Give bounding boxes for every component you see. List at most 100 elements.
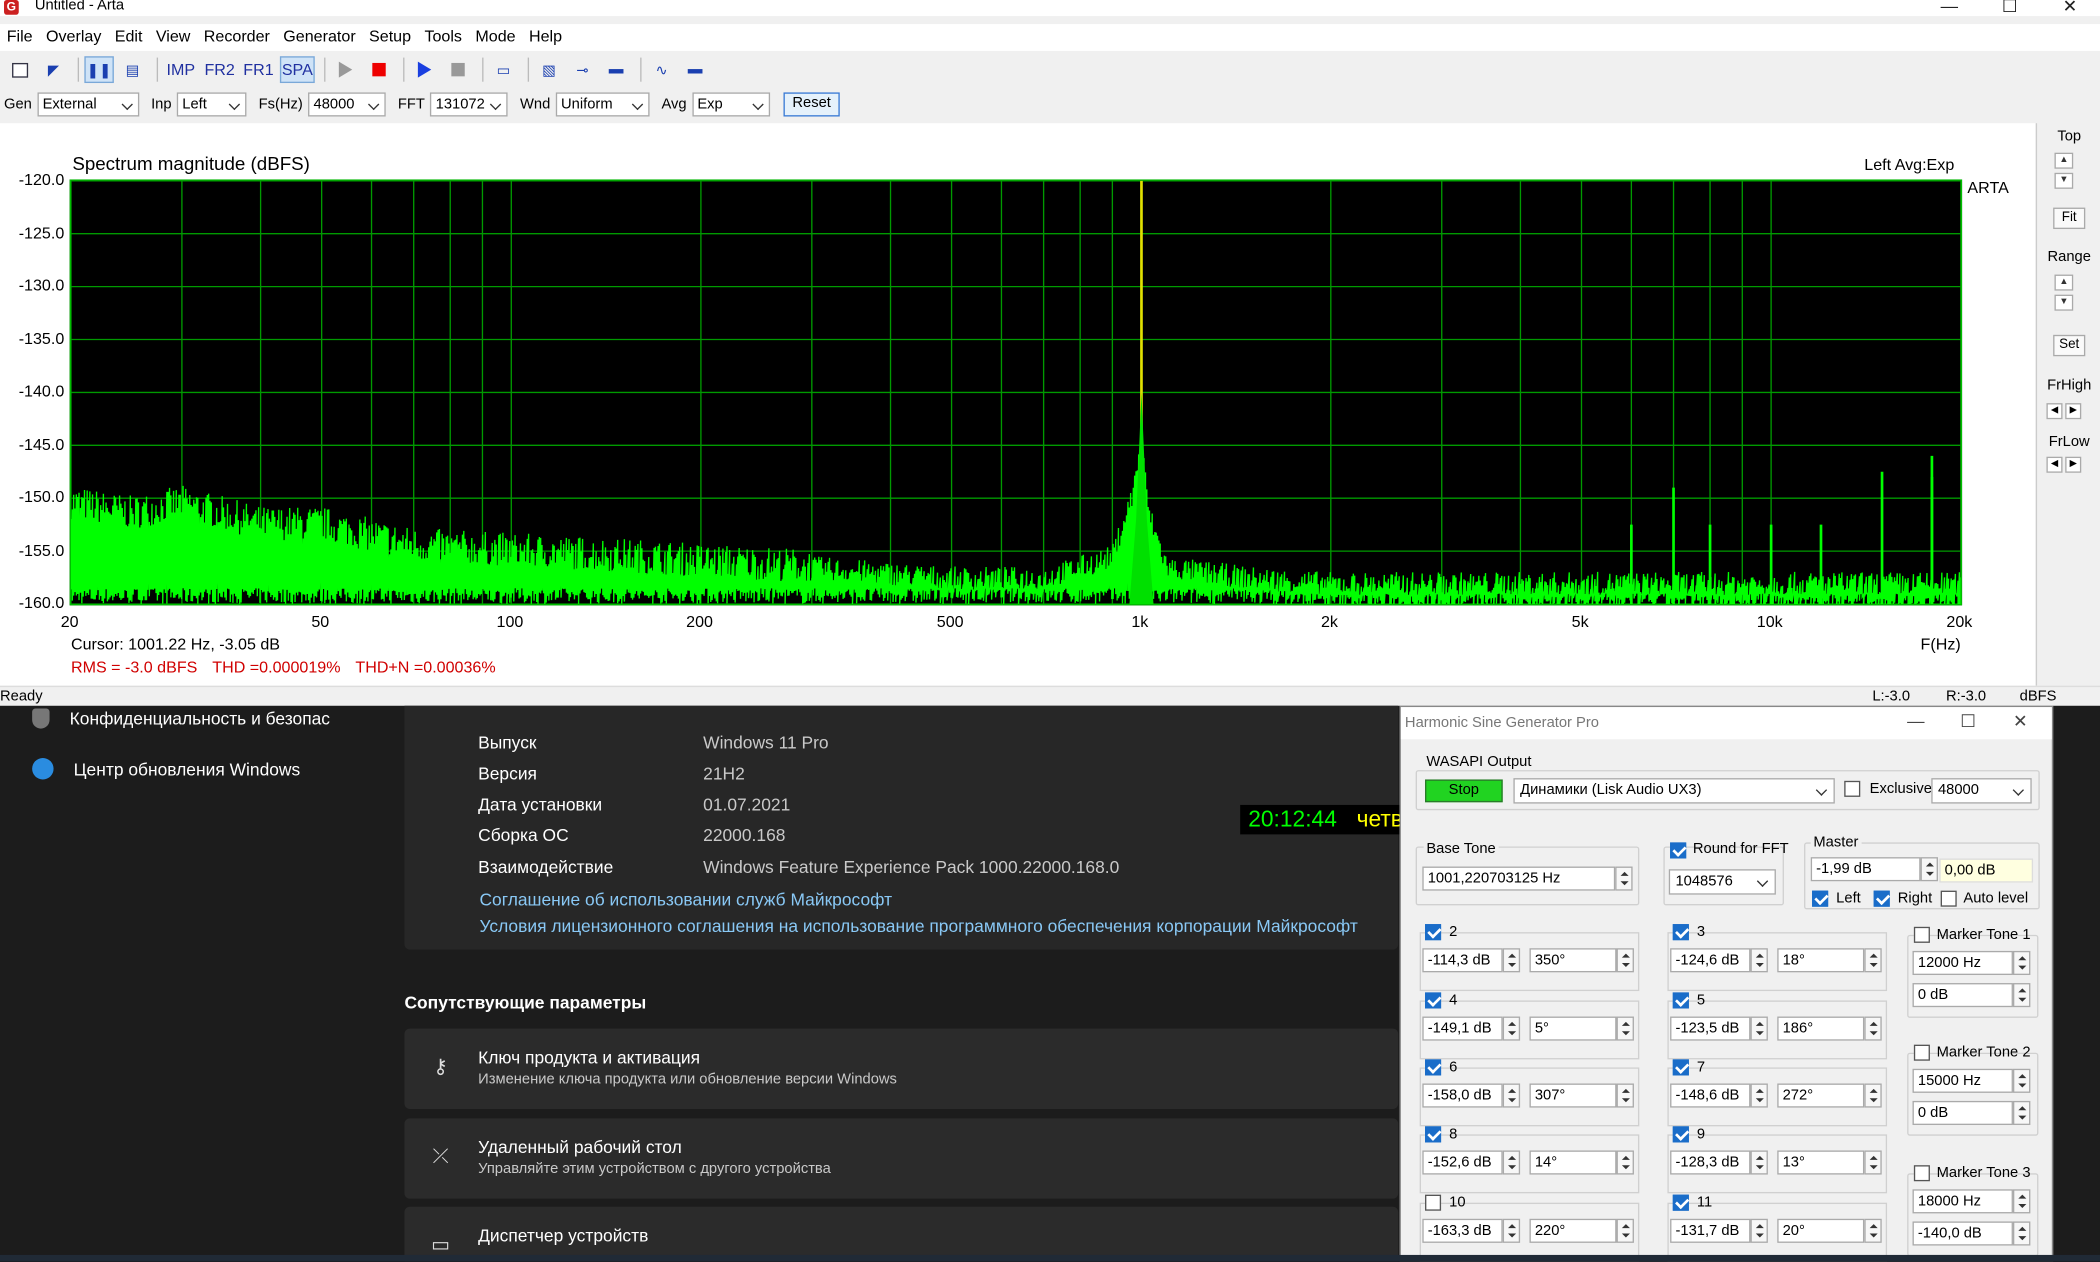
base-tone-spinner[interactable] bbox=[1615, 866, 1633, 891]
frhigh-arrows[interactable]: ◀ ▶ bbox=[2046, 403, 2084, 420]
fft-select[interactable]: 131072 bbox=[430, 92, 508, 117]
harmonic-level-spinner[interactable] bbox=[1750, 948, 1768, 973]
set-button[interactable]: Set bbox=[2053, 334, 2086, 357]
base-tone-input[interactable]: 1001,220703125 Hz bbox=[1422, 866, 1616, 891]
exclusive-checkbox[interactable] bbox=[1844, 780, 1861, 797]
menu-file[interactable]: File bbox=[0, 24, 39, 51]
top-up-button[interactable]: ▲ bbox=[2054, 152, 2074, 169]
menu-overlay[interactable]: Overlay bbox=[39, 24, 108, 51]
harmonic-phase-input[interactable]: 307° bbox=[1529, 1083, 1617, 1108]
right-channel-checkbox[interactable] bbox=[1873, 890, 1890, 907]
harmonic-phase-input[interactable]: 186° bbox=[1777, 1016, 1865, 1041]
save-icon[interactable]: ◤ bbox=[39, 56, 68, 83]
round-for-fft-checkbox[interactable] bbox=[1670, 842, 1687, 859]
top-down-button[interactable]: ▼ bbox=[2054, 172, 2074, 189]
nav-privacy[interactable]: Конфиденциальность и безопас bbox=[32, 708, 330, 729]
hsg-maximize-button[interactable]: ☐ bbox=[1942, 711, 1994, 732]
product-key-card[interactable]: ⚷ Ключ продукта и активация Изменение кл… bbox=[404, 1028, 1399, 1109]
harmonic-enable-checkbox[interactable] bbox=[1672, 1194, 1689, 1211]
harmonic-enable-checkbox[interactable] bbox=[1672, 992, 1689, 1009]
record-stop-icon[interactable] bbox=[364, 56, 393, 83]
inp-select[interactable]: Left bbox=[176, 92, 247, 117]
avg-select[interactable]: Exp bbox=[691, 92, 770, 117]
harmonic-level-spinner[interactable] bbox=[1750, 1218, 1768, 1243]
harmonic-enable-checkbox[interactable] bbox=[1425, 992, 1442, 1009]
left-channel-checkbox[interactable] bbox=[1812, 890, 1829, 907]
harmonic-enable-checkbox[interactable] bbox=[1425, 1194, 1442, 1211]
harmonic-phase-input[interactable]: 272° bbox=[1777, 1083, 1865, 1108]
master-level-spinner[interactable] bbox=[1920, 857, 1938, 882]
sample-rate-select[interactable]: 48000 bbox=[1931, 778, 2032, 804]
table-view-icon[interactable]: ▤ bbox=[118, 56, 147, 83]
fr2-mode-button[interactable]: FR2 bbox=[202, 56, 237, 83]
fr1-mode-button[interactable]: FR1 bbox=[241, 56, 276, 83]
harmonic-phase-spinner[interactable] bbox=[1864, 1150, 1882, 1175]
spa-mode-button[interactable]: SPA bbox=[279, 56, 315, 84]
master-level-input[interactable]: -1,99 dB bbox=[1810, 857, 1921, 882]
marker-level-spinner[interactable] bbox=[2012, 983, 2031, 1008]
hsg-minimize-button[interactable]: — bbox=[1890, 711, 1942, 732]
settings-block-icon[interactable]: ▬ bbox=[680, 56, 709, 83]
frlow-arrows[interactable]: ◀ ▶ bbox=[2046, 456, 2084, 473]
harmonic-level-input[interactable]: -163,3 dB bbox=[1422, 1218, 1503, 1243]
harmonic-level-spinner[interactable] bbox=[1502, 1016, 1521, 1041]
harmonic-level-spinner[interactable] bbox=[1750, 1150, 1768, 1175]
harmonic-enable-checkbox[interactable] bbox=[1425, 924, 1442, 941]
harmonic-phase-spinner[interactable] bbox=[1864, 948, 1882, 973]
menu-mode[interactable]: Mode bbox=[469, 24, 523, 51]
close-button[interactable]: ✕ bbox=[2040, 0, 2100, 17]
noise-icon[interactable]: ▧ bbox=[534, 56, 563, 83]
pause-icon[interactable]: ❚❚ bbox=[84, 56, 114, 84]
menu-tools[interactable]: Tools bbox=[418, 24, 469, 51]
harmonic-level-spinner[interactable] bbox=[1502, 1150, 1521, 1175]
wnd-select[interactable]: Uniform bbox=[555, 92, 650, 117]
harmonic-phase-spinner[interactable] bbox=[1616, 1218, 1634, 1243]
harmonic-level-input[interactable]: -131,7 dB bbox=[1670, 1218, 1751, 1243]
minimize-button[interactable]: — bbox=[1919, 0, 1979, 17]
marker-frequency-spinner[interactable] bbox=[2012, 1189, 2031, 1214]
harmonic-level-spinner[interactable] bbox=[1750, 1016, 1768, 1041]
fft-size-select[interactable]: 1048576 bbox=[1668, 869, 1776, 895]
harmonic-phase-input[interactable]: 350° bbox=[1529, 948, 1617, 973]
harmonic-enable-checkbox[interactable] bbox=[1425, 1059, 1442, 1076]
harmonic-level-input[interactable]: -128,3 dB bbox=[1670, 1150, 1751, 1175]
spectrum-plot[interactable] bbox=[69, 179, 1963, 610]
maximize-button[interactable]: ☐ bbox=[1979, 0, 2039, 17]
marker-tone-checkbox[interactable] bbox=[1913, 1165, 1930, 1182]
harmonic-level-spinner[interactable] bbox=[1502, 1218, 1521, 1243]
marker-frequency-spinner[interactable] bbox=[2012, 950, 2031, 976]
menu-help[interactable]: Help bbox=[522, 24, 568, 51]
menu-edit[interactable]: Edit bbox=[108, 24, 149, 51]
marker-frequency-spinner[interactable] bbox=[2012, 1068, 2031, 1093]
auto-level-checkbox[interactable] bbox=[1940, 890, 1957, 907]
harmonic-enable-checkbox[interactable] bbox=[1672, 1059, 1689, 1076]
harmonic-level-spinner[interactable] bbox=[1502, 1083, 1521, 1108]
gen-select[interactable]: External bbox=[37, 92, 140, 117]
marker-level-input[interactable]: -140,0 dB bbox=[1912, 1221, 2013, 1246]
harmonic-level-input[interactable]: -148,6 dB bbox=[1670, 1083, 1751, 1108]
harmonic-phase-spinner[interactable] bbox=[1864, 1218, 1882, 1243]
marker-level-spinner[interactable] bbox=[2012, 1221, 2031, 1246]
harmonic-level-input[interactable]: -152,6 dB bbox=[1422, 1150, 1503, 1175]
harmonic-enable-checkbox[interactable] bbox=[1425, 1126, 1442, 1143]
harmonic-level-input[interactable]: -149,1 dB bbox=[1422, 1016, 1503, 1041]
marker-frequency-input[interactable]: 15000 Hz bbox=[1912, 1068, 2013, 1093]
harmonic-level-input[interactable]: -124,6 dB bbox=[1670, 948, 1751, 973]
marker-frequency-input[interactable]: 12000 Hz bbox=[1912, 950, 2013, 976]
nav-windows-update[interactable]: Центр обновления Windows bbox=[32, 758, 300, 780]
harmonic-phase-input[interactable]: 13° bbox=[1777, 1150, 1865, 1175]
harmonic-phase-spinner[interactable] bbox=[1616, 948, 1634, 973]
services-agreement-link[interactable]: Соглашение об использовании служб Майкро… bbox=[479, 889, 892, 909]
license-terms-link[interactable]: Условия лицензионного соглашения на испо… bbox=[479, 916, 1357, 936]
marker-tone-checkbox[interactable] bbox=[1913, 926, 1930, 943]
harmonic-phase-spinner[interactable] bbox=[1616, 1016, 1634, 1041]
harmonic-level-input[interactable]: -123,5 dB bbox=[1670, 1016, 1751, 1041]
harmonic-enable-checkbox[interactable] bbox=[1672, 924, 1689, 941]
hsg-close-button[interactable]: ✕ bbox=[1994, 711, 2046, 732]
harmonic-phase-spinner[interactable] bbox=[1864, 1083, 1882, 1108]
harmonic-level-input[interactable]: -114,3 dB bbox=[1422, 948, 1503, 973]
harmonic-phase-spinner[interactable] bbox=[1864, 1016, 1882, 1041]
imp-mode-button[interactable]: IMP bbox=[163, 56, 198, 83]
menu-recorder[interactable]: Recorder bbox=[197, 24, 277, 51]
fit-button[interactable]: Fit bbox=[2053, 207, 2086, 230]
